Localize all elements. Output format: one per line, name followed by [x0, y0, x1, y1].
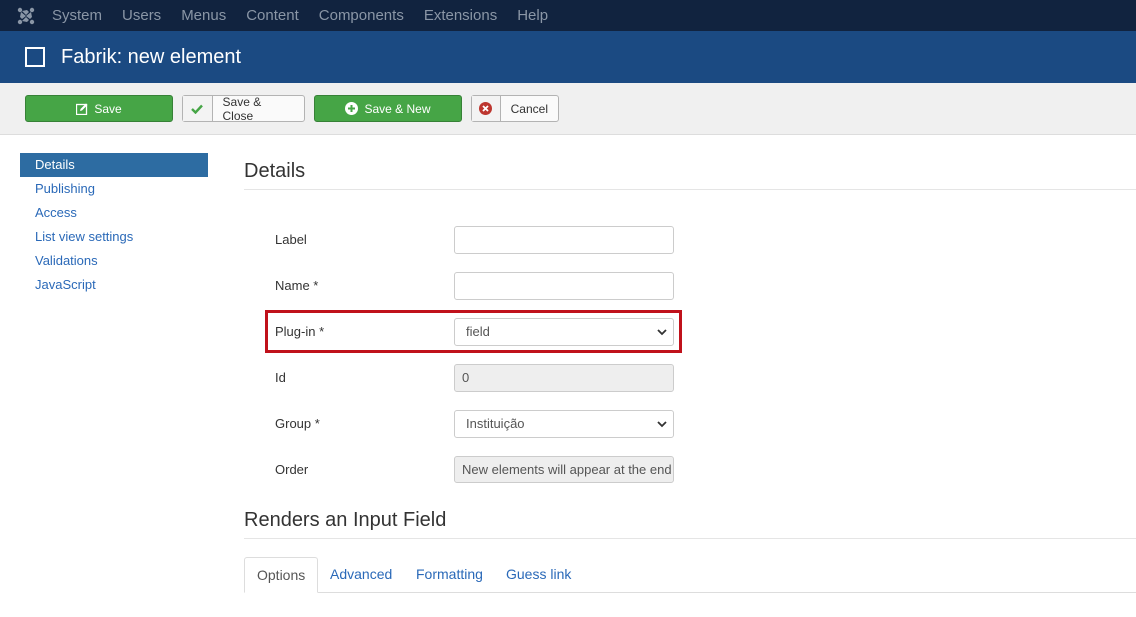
sidebar-item-javascript[interactable]: JavaScript [20, 273, 208, 297]
sidebar-item-list-view-settings[interactable]: List view settings [20, 225, 208, 249]
save-close-button[interactable]: Save & Close [182, 94, 305, 123]
details-heading: Details [244, 160, 306, 182]
cancel-label: Cancel [510, 101, 548, 116]
save-close-label: Save & Close [222, 94, 262, 123]
chevron-down-icon [657, 329, 667, 336]
chevron-down-icon [657, 421, 667, 428]
menu-components[interactable]: Components [319, 7, 404, 24]
toolbar: Save Save & Close Save & New Cancel [0, 83, 1136, 135]
save-new-button[interactable]: Save & New [314, 95, 462, 122]
menu-system[interactable]: System [52, 7, 102, 24]
top-menu-bar: System Users Menus Content Components Ex… [0, 0, 1136, 31]
save-new-label: Save & New [364, 101, 431, 116]
tab-options[interactable]: Options [244, 557, 319, 593]
order-field-label: Order [275, 462, 309, 477]
sidebar-nav: Details Publishing Access List view sett… [20, 153, 208, 297]
menu-menus[interactable]: Menus [181, 7, 226, 24]
group-select[interactable]: Instituição [454, 410, 674, 438]
check-icon [183, 96, 213, 121]
menu-help[interactable]: Help [517, 7, 548, 24]
menu-extensions[interactable]: Extensions [424, 7, 497, 24]
tab-guess-link[interactable]: Guess link [506, 557, 571, 593]
group-field-label: Group * [275, 416, 320, 431]
name-input[interactable] [454, 272, 674, 300]
plugin-select[interactable]: field [454, 318, 674, 346]
plugin-field-label: Plug-in * [275, 324, 325, 339]
divider [244, 538, 1136, 539]
divider [244, 189, 1136, 190]
sidebar-item-validations[interactable]: Validations [20, 249, 208, 273]
checkbox-square-icon [25, 47, 45, 67]
id-input: 0 [454, 364, 674, 392]
page-title: Fabrik: new element [61, 45, 242, 68]
joomla-logo-icon[interactable] [0, 0, 52, 31]
save-label: Save [94, 101, 122, 116]
renders-tabs: Options Advanced Formatting Guess link [244, 557, 1136, 593]
id-field-label: Id [275, 370, 286, 385]
tab-advanced[interactable]: Advanced [330, 557, 392, 593]
edit-icon [76, 103, 88, 115]
label-field-label: Label [275, 232, 307, 247]
group-select-value: Instituição [466, 416, 525, 431]
cancel-button[interactable]: Cancel [471, 95, 559, 122]
name-field-label: Name * [275, 278, 319, 293]
sidebar-item-publishing[interactable]: Publishing [20, 177, 208, 201]
menu-users[interactable]: Users [122, 7, 161, 24]
plugin-select-value: field [466, 324, 490, 339]
renders-heading: Renders an Input Field [244, 509, 447, 531]
label-input[interactable] [454, 226, 674, 254]
sidebar-item-access[interactable]: Access [20, 201, 208, 225]
menu-content[interactable]: Content [246, 7, 299, 24]
plus-circle-icon [345, 102, 359, 115]
cancel-circle-icon [472, 96, 501, 121]
tab-formatting[interactable]: Formatting [416, 557, 483, 593]
save-button[interactable]: Save [25, 95, 173, 122]
title-bar: Fabrik: new element [0, 31, 1136, 83]
sidebar-item-details[interactable]: Details [20, 153, 208, 177]
order-input: New elements will appear at the end [454, 456, 674, 483]
